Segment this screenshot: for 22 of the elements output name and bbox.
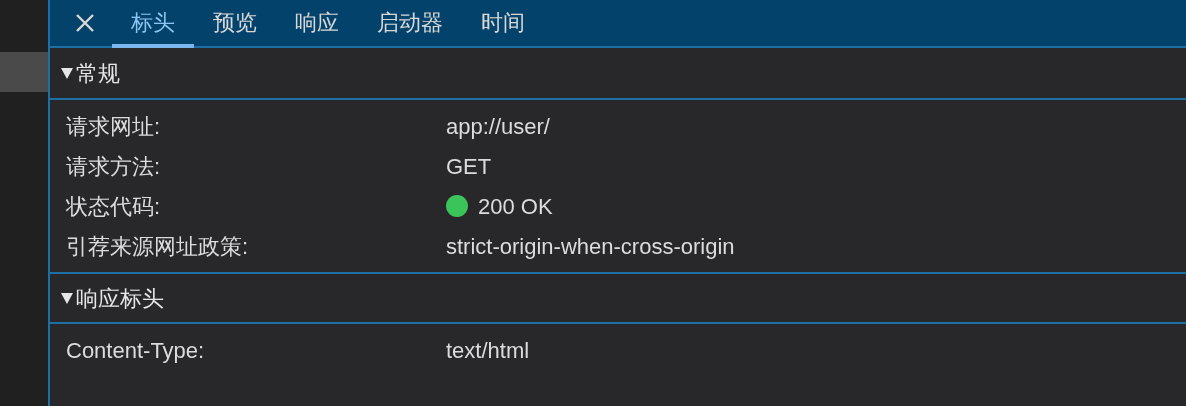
section-title: 响应标头 [76, 284, 164, 313]
tab[interactable]: 启动器 [358, 0, 462, 48]
header-name: Content-Type: [66, 336, 206, 365]
section-header[interactable]: 响应标头 [50, 272, 1186, 324]
tab[interactable]: 响应 [276, 0, 358, 48]
header-value: GET [446, 152, 492, 181]
tab[interactable]: 时间 [462, 0, 544, 48]
header-name: 请求网址: [66, 112, 162, 141]
tab[interactable]: 预览 [194, 0, 276, 48]
caret-icon[interactable] [60, 291, 74, 305]
tab[interactable]: 标头 [112, 0, 194, 48]
header-value: 200 OK [478, 192, 553, 221]
caret-icon[interactable] [60, 66, 74, 80]
header-value: text/html [446, 336, 530, 365]
header-name: 引荐来源网址政策: [66, 232, 250, 261]
header-value: strict-origin-when-cross-origin [446, 232, 735, 261]
section-title: 常规 [76, 59, 120, 88]
close-icon [75, 13, 95, 33]
header-name: 请求方法: [66, 152, 162, 181]
header-value: app://user/ [446, 112, 550, 141]
section-header[interactable]: 常规 [50, 48, 1186, 100]
header-name: 状态代码: [66, 192, 162, 221]
